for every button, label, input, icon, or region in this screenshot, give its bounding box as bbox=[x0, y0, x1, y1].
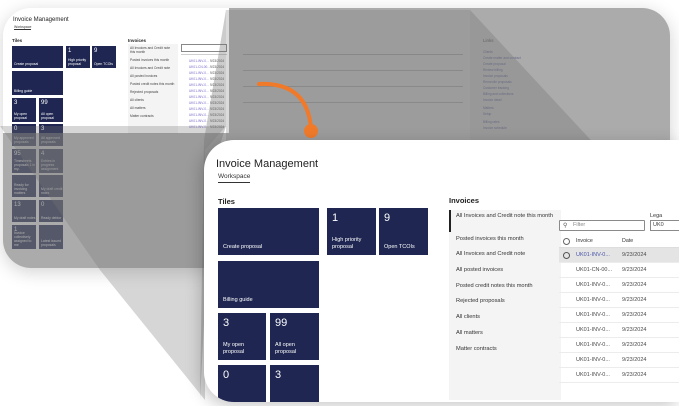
cell-date: 9/23/2024 bbox=[622, 267, 647, 273]
table-row[interactable]: UK01-INV-0... 9/23/2024 bbox=[559, 338, 679, 353]
cell-date: 9/23/2024 bbox=[622, 357, 647, 363]
cell-invoice[interactable]: UK01-CN-00... bbox=[576, 267, 612, 273]
legal-entity-label: Lega bbox=[650, 213, 663, 219]
search-icon: ⚲ bbox=[563, 223, 568, 229]
tile-count: 3 bbox=[223, 317, 230, 329]
tile-approved-proposals[interactable]: 0 bbox=[218, 365, 266, 402]
cell-invoice[interactable]: UK01-INV-0... bbox=[576, 342, 610, 348]
cell-invoice[interactable]: UK01-INV-0... bbox=[576, 282, 610, 288]
page-title: Invoice Management bbox=[216, 158, 319, 170]
tile-billing-guide[interactable]: Billing guide bbox=[218, 261, 319, 308]
cell-date: 9/23/2024 bbox=[622, 342, 647, 348]
invoices-nav-list: All Invoices and Credit note this month … bbox=[449, 210, 561, 400]
tiles-heading: Tiles bbox=[218, 197, 235, 206]
table-row[interactable]: UK01-INV-0... 9/23/2024 bbox=[559, 368, 679, 383]
cell-date: 9/23/2024 bbox=[622, 282, 647, 288]
cell-date: 9/23/2024 bbox=[622, 327, 647, 333]
cell-date: 9/23/2024 bbox=[622, 252, 647, 258]
tile-count: 99 bbox=[275, 317, 288, 329]
nav-item-all-invoices-credit[interactable]: All Invoices and Credit note bbox=[456, 251, 556, 258]
cell-invoice[interactable]: UK01-INV-0... bbox=[576, 312, 610, 318]
column-header-invoice[interactable]: Invoice bbox=[576, 238, 593, 244]
nav-item-matter-contracts[interactable]: Matter contracts bbox=[456, 346, 556, 353]
tile-all-approved-proposals[interactable]: 3 bbox=[270, 365, 319, 402]
nav-item-all-posted-invoices[interactable]: All posted invoices bbox=[456, 267, 556, 274]
grid-header: Invoice Date bbox=[559, 237, 679, 248]
nav-item-posted-credit-notes[interactable]: Posted credit notes this month bbox=[456, 283, 556, 290]
tile-count: 3 bbox=[275, 369, 282, 381]
nav-selection-indicator bbox=[449, 210, 451, 232]
table-row[interactable]: UK01-INV-0... 9/23/2024 bbox=[559, 323, 679, 338]
cell-invoice[interactable]: UK01-INV-0... bbox=[576, 357, 610, 363]
table-row[interactable]: UK01-INV-0... 9/23/2024 bbox=[559, 248, 679, 263]
tile-count: 9 bbox=[384, 212, 391, 224]
cell-invoice[interactable]: UK01-INV-0... bbox=[576, 252, 610, 258]
select-all-radio[interactable] bbox=[563, 238, 570, 245]
row-select-radio[interactable] bbox=[563, 252, 570, 259]
table-row[interactable]: UK01-INV-0... 9/23/2024 bbox=[559, 278, 679, 293]
column-header-date[interactable]: Date bbox=[622, 238, 633, 244]
table-row[interactable]: UK01-INV-0... 9/23/2024 bbox=[559, 308, 679, 323]
nav-item-posted-invoices-this-month[interactable]: Posted invoices this month bbox=[456, 236, 556, 243]
tile-open-tcois[interactable]: 9 Open TCOIs bbox=[379, 208, 428, 255]
legal-entity-field[interactable]: UK0 bbox=[650, 220, 679, 231]
tile-label: All open proposal bbox=[275, 342, 297, 355]
cell-date: 9/23/2024 bbox=[622, 372, 647, 378]
cell-invoice[interactable]: UK01-INV-0... bbox=[576, 372, 610, 378]
cell-invoice[interactable]: UK01-INV-0... bbox=[576, 297, 610, 303]
cell-invoice[interactable]: UK01-INV-0... bbox=[576, 327, 610, 333]
tile-label: High priority proposal bbox=[332, 237, 362, 250]
table-row[interactable]: UK01-INV-0... 9/23/2024 bbox=[559, 293, 679, 308]
cell-date: 9/23/2024 bbox=[622, 297, 647, 303]
nav-item-all-matters[interactable]: All matters bbox=[456, 330, 556, 337]
tile-all-open-proposal[interactable]: 99 All open proposal bbox=[270, 313, 319, 360]
tile-label: My open proposal bbox=[223, 342, 245, 355]
tab-workspace[interactable]: Workspace bbox=[218, 173, 251, 183]
tile-label: Create proposal bbox=[223, 244, 263, 250]
tile-label: Open TCOIs bbox=[384, 244, 415, 250]
tile-label: Billing guide bbox=[223, 297, 253, 303]
nav-item-all-invoices-credit-this-month[interactable]: All Invoices and Credit note this month bbox=[456, 213, 556, 220]
invoices-heading: Invoices bbox=[449, 196, 480, 205]
nav-item-rejected-proposals[interactable]: Rejected proposals bbox=[456, 298, 556, 305]
zoom-connector-arrow-icon bbox=[257, 81, 318, 138]
tile-create-proposal[interactable]: Create proposal bbox=[218, 208, 319, 255]
filter-input[interactable]: Filter bbox=[559, 220, 645, 231]
tile-count: 0 bbox=[223, 369, 230, 381]
nav-item-all-clients[interactable]: All clients bbox=[456, 314, 556, 321]
tile-count: 1 bbox=[332, 212, 339, 224]
tile-high-priority-proposal[interactable]: 1 High priority proposal bbox=[327, 208, 376, 255]
table-row[interactable]: UK01-INV-0... 9/23/2024 bbox=[559, 353, 679, 368]
zoomed-window: Invoice Management Workspace Tiles Creat… bbox=[204, 140, 679, 402]
table-row[interactable]: UK01-CN-00... 9/23/2024 bbox=[559, 263, 679, 278]
tile-my-open-proposal[interactable]: 3 My open proposal bbox=[218, 313, 266, 360]
cell-date: 9/23/2024 bbox=[622, 312, 647, 318]
